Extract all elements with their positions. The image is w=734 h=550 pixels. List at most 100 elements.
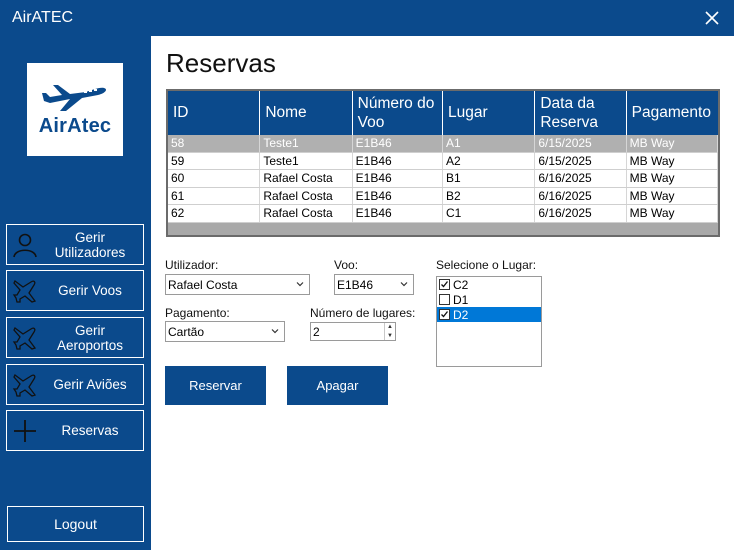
- seat-label: D2: [453, 307, 469, 322]
- lugares-stepper[interactable]: 2 ▲ ▼: [310, 322, 396, 341]
- cell-id: 61: [168, 187, 261, 204]
- column-header-nome[interactable]: Nome: [260, 91, 353, 135]
- cell-nome: Teste1: [260, 135, 353, 152]
- airplane-icon: [11, 371, 39, 399]
- seat-item-c2[interactable]: C2: [437, 277, 541, 292]
- cell-voo: E1B46: [353, 152, 443, 169]
- lugares-label: Número de lugares:: [310, 306, 416, 320]
- nav-gerir-avioes[interactable]: Gerir Aviões: [6, 364, 144, 405]
- cell-voo: E1B46: [353, 205, 443, 222]
- stepper-down-icon[interactable]: ▼: [385, 332, 395, 341]
- voo-select[interactable]: E1B46: [334, 274, 414, 295]
- reservas-table[interactable]: ID Nome Número do Voo Lugar Data da Rese…: [166, 89, 720, 237]
- seat-item-d2[interactable]: D2: [437, 307, 541, 322]
- seat-checklist[interactable]: C2 D1 D2: [436, 276, 542, 367]
- user-icon: [11, 231, 39, 259]
- nav-label: Gerir Utilizadores: [54, 229, 126, 260]
- nav-label: Gerir Aeroportos: [56, 322, 124, 353]
- cell-lugar: A2: [443, 152, 536, 169]
- cell-lugar: B2: [443, 187, 536, 204]
- lugares-value: 2: [313, 324, 320, 339]
- main-panel: Reservas ID Nome Número do Voo Lugar Dat…: [151, 36, 734, 550]
- cell-lugar: A1: [443, 135, 536, 152]
- close-button[interactable]: [697, 3, 727, 33]
- column-header-data-reserva[interactable]: Data da Reserva: [535, 91, 627, 135]
- seat-item-d1[interactable]: D1: [437, 292, 541, 307]
- voo-label: Voo:: [334, 258, 359, 272]
- utilizador-label: Utilizador:: [165, 258, 219, 272]
- logout-button[interactable]: Logout: [7, 506, 144, 542]
- chevron-down-icon: [271, 329, 279, 334]
- cell-data: 6/15/2025: [535, 152, 627, 169]
- nav-label: Gerir Voos: [58, 283, 122, 298]
- nav-gerir-utilizadores[interactable]: Gerir Utilizadores: [6, 224, 144, 265]
- cell-pagamento: MB Way: [627, 152, 718, 169]
- cell-pagamento: MB Way: [627, 205, 718, 222]
- cell-nome: Rafael Costa: [260, 187, 353, 204]
- cell-nome: Rafael Costa: [260, 170, 353, 187]
- checkbox-checked-icon[interactable]: [439, 279, 450, 290]
- cell-voo: E1B46: [353, 135, 443, 152]
- chevron-down-icon: [400, 282, 408, 287]
- window-title: AirATEC: [12, 9, 74, 26]
- sidebar: AirAtec Gerir Utilizadores Gerir Voos Ge…: [1, 36, 150, 550]
- cell-voo: E1B46: [353, 170, 443, 187]
- cell-id: 59: [168, 152, 261, 169]
- cell-voo: E1B46: [353, 187, 443, 204]
- cell-nome: Rafael Costa: [260, 205, 353, 222]
- column-header-id[interactable]: ID: [168, 91, 261, 135]
- nav-reservas[interactable]: Reservas: [6, 410, 144, 451]
- airplane-icon: [11, 324, 39, 352]
- nav-label: Reservas: [61, 423, 119, 438]
- cell-id: 62: [168, 205, 261, 222]
- logo: AirAtec: [27, 63, 123, 156]
- nav-label: Gerir Aviões: [53, 377, 127, 392]
- seat-label: C2: [453, 277, 469, 292]
- pagamento-label: Pagamento:: [165, 306, 230, 320]
- airplane-icon: [11, 277, 39, 305]
- cell-nome: Teste1: [260, 152, 353, 169]
- cell-pagamento: MB Way: [627, 187, 718, 204]
- checkbox-checked-icon[interactable]: [439, 309, 450, 320]
- column-header-pagamento[interactable]: Pagamento: [627, 91, 718, 135]
- pagamento-select[interactable]: Cartão: [165, 321, 285, 342]
- voo-value: E1B46: [337, 277, 374, 292]
- cell-pagamento: MB Way: [627, 170, 718, 187]
- table-header: ID Nome Número do Voo Lugar Data da Rese…: [168, 91, 718, 135]
- table-row[interactable]: 60 Rafael Costa E1B46 B1 6/16/2025 MB Wa…: [168, 170, 718, 188]
- logo-text: AirAtec: [38, 115, 112, 137]
- seat-label: D1: [453, 292, 469, 307]
- airplane-logo-icon: [42, 85, 106, 111]
- column-header-lugar[interactable]: Lugar: [443, 91, 536, 135]
- table-row[interactable]: 61 Rafael Costa E1B46 B2 6/16/2025 MB Wa…: [168, 187, 718, 205]
- table-row[interactable]: 62 Rafael Costa E1B46 C1 6/16/2025 MB Wa…: [168, 205, 718, 223]
- nav-gerir-aeroportos[interactable]: Gerir Aeroportos: [6, 317, 144, 358]
- utilizador-select[interactable]: Rafael Costa: [165, 274, 310, 295]
- column-header-numero-voo[interactable]: Número do Voo: [353, 91, 443, 135]
- utilizador-value: Rafael Costa: [168, 277, 238, 292]
- stepper-buttons: ▲ ▼: [384, 323, 395, 340]
- nav-gerir-voos[interactable]: Gerir Voos: [6, 270, 144, 311]
- cell-id: 60: [168, 170, 261, 187]
- cell-data: 6/15/2025: [535, 135, 627, 152]
- pagamento-value: Cartão: [168, 324, 205, 339]
- cell-data: 6/16/2025: [535, 187, 627, 204]
- app-window: AirATEC AirAtec Gerir Utilizadores Gerir…: [0, 0, 734, 550]
- lugar-label: Selecione o Lugar:: [436, 258, 537, 272]
- plus-icon: [11, 417, 39, 445]
- table-row[interactable]: 58 Teste1 E1B46 A1 6/15/2025 MB Way: [168, 135, 718, 153]
- cell-data: 6/16/2025: [535, 170, 627, 187]
- chevron-down-icon: [296, 282, 304, 287]
- cell-lugar: B1: [443, 170, 536, 187]
- page-title: Reservas: [166, 48, 276, 78]
- close-icon: [705, 11, 719, 25]
- stepper-up-icon[interactable]: ▲: [385, 323, 395, 332]
- checkbox-unchecked-icon[interactable]: [439, 294, 450, 305]
- cell-id: 58: [168, 135, 261, 152]
- cell-data: 6/16/2025: [535, 205, 627, 222]
- apagar-button[interactable]: Apagar: [287, 366, 388, 405]
- table-row[interactable]: 59 Teste1 E1B46 A2 6/15/2025 MB Way: [168, 152, 718, 170]
- cell-lugar: C1: [443, 205, 536, 222]
- cell-pagamento: MB Way: [627, 135, 718, 152]
- reservar-button[interactable]: Reservar: [165, 366, 266, 405]
